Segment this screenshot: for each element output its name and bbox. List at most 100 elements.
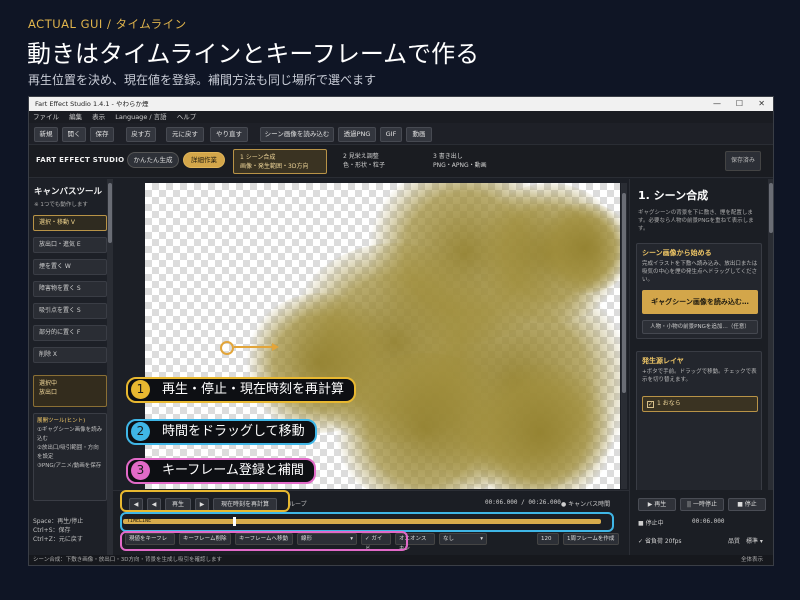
highlight-playback-controls bbox=[120, 490, 290, 512]
canvas-time-toggle[interactable]: ● キャンバス時間 bbox=[561, 499, 610, 508]
tool-attractor[interactable]: 吸引点を置く S bbox=[33, 303, 107, 319]
hint-title: 展開ツール(ヒント) bbox=[37, 418, 86, 424]
open-button[interactable]: 開く bbox=[62, 127, 86, 142]
shortcut-undo: Ctrl+Z：元に戻す bbox=[33, 536, 83, 543]
step-3-tab[interactable]: 3 書き出し PNG・APNG・動画 bbox=[427, 149, 517, 174]
selected-value: 放出口 bbox=[39, 389, 58, 396]
stop-square-icon: ■ bbox=[638, 520, 646, 527]
quality-label: 品質 bbox=[728, 538, 741, 545]
redo-button[interactable]: やり直す bbox=[210, 127, 248, 142]
quality-value: 標準 bbox=[746, 538, 759, 545]
step-1-tab[interactable]: 1 シーン合成 画像・発生範囲・3D方向 bbox=[233, 149, 327, 174]
highlight-keyframe-row bbox=[120, 531, 408, 551]
playback-status: ■ 停止中 bbox=[638, 518, 664, 527]
rb-stop-button[interactable]: ■ 停止 bbox=[728, 498, 766, 511]
selected-object-box: 選択中 放出口 bbox=[33, 375, 107, 407]
step-2-tab[interactable]: 2 見栄え調整 色・形状・粒子 bbox=[337, 149, 417, 174]
tool-emitter[interactable]: 放出口・進気 E bbox=[33, 237, 107, 253]
tool-delete[interactable]: 削除 X bbox=[33, 347, 107, 363]
layer-item[interactable]: ✓ 1 おなら bbox=[642, 396, 758, 412]
tool-select-move[interactable]: 選択・移動 V bbox=[33, 215, 107, 231]
selected-label: 選択中 bbox=[39, 380, 58, 387]
layer-box-text: +ボタで手前。ドラッグで移動。チェックで表示を切り替えます。 bbox=[642, 369, 757, 383]
step-bar: FART EFFECT STUDIO かんたん生成 詳細作業 1 シーン合成 画… bbox=[29, 145, 773, 178]
toolbar: 新規 開く 保存 戻す方 元に戻す やり直す シーン画像を読み込む 透過PNG … bbox=[29, 123, 773, 145]
mode-detail-toggle[interactable]: 詳細作業 bbox=[183, 152, 225, 168]
callout-3: 3 キーフレーム登録と補間 bbox=[126, 458, 316, 484]
callout-text-3: キーフレーム登録と補間 bbox=[162, 463, 304, 478]
chevron-down-icon: ▾ bbox=[758, 538, 763, 545]
step-2-title: 2 見栄え調整 bbox=[343, 153, 379, 160]
callout-2: 2 時間をドラッグして移動 bbox=[126, 419, 317, 445]
page-title: 動きはタイムラインとキーフレームで作る bbox=[27, 40, 480, 68]
scene-image-box: シーン画像から始める 完成イラストを下敷へ読み込み、放出口または吸気の中心を煙の… bbox=[636, 243, 762, 339]
callout-number-3: 3 bbox=[131, 461, 150, 480]
menu-help[interactable]: ヘルプ bbox=[177, 113, 197, 121]
tool-smoke[interactable]: 煙を置く W bbox=[33, 259, 107, 275]
hint-3: ③PNG/アニメ/動画を保存 bbox=[37, 463, 102, 469]
frame-count-field[interactable]: 120 bbox=[537, 533, 559, 545]
menu-language[interactable]: Language / 言語 bbox=[115, 113, 166, 121]
new-button[interactable]: 新規 bbox=[34, 127, 58, 142]
tool-partial[interactable]: 部分的に置く F bbox=[33, 325, 107, 341]
save-as-button[interactable]: 戻す方 bbox=[126, 127, 156, 142]
window-titlebar: Fart Effect Studio 1.4.1 - やわらか煙 — ☐ ✕ bbox=[29, 97, 773, 111]
export-video-button[interactable]: 動画 bbox=[406, 127, 432, 142]
callout-text-1: 再生・停止・現在時刻を再計算 bbox=[162, 382, 345, 397]
app-brand: FART EFFECT STUDIO bbox=[36, 156, 125, 164]
onion-skin-select[interactable]: なし ▾ bbox=[439, 533, 487, 545]
hint-1: ①ギャグシーン画像を読み込む bbox=[37, 427, 103, 442]
properties-desc: ギャグシーンの背景を下に敷き、煙を配置します。必要なら人物の前景PNGを重ねて表… bbox=[638, 210, 754, 232]
shortcut-save: Ctrl+S：保存 bbox=[33, 527, 71, 534]
arrow-head-icon bbox=[272, 343, 279, 351]
callout-number-1: 1 bbox=[131, 380, 150, 399]
playback-panel: ▶ 再生 || 一時停止 ■ 停止 ■ 停止中 00:06.000 ✓ 省負荷 … bbox=[629, 490, 773, 555]
save-state-badge: 保存済み bbox=[725, 151, 761, 171]
make-loop-button[interactable]: 1周フレームを作成 bbox=[563, 533, 619, 545]
step-3-sub: PNG・APNG・動画 bbox=[433, 162, 487, 169]
menu-edit[interactable]: 編集 bbox=[69, 113, 82, 121]
emitter-direction-arrow[interactable] bbox=[234, 346, 274, 348]
canvas-time-label: キャンバス時間 bbox=[568, 501, 611, 508]
checkbox-icon[interactable]: ✓ bbox=[647, 401, 654, 408]
undo-button[interactable]: 元に戻す bbox=[166, 127, 204, 142]
canvas-scrollbar[interactable] bbox=[621, 183, 627, 489]
add-foreground-button[interactable]: 人物・小物の前景PNGを追加…（任意） bbox=[642, 320, 758, 334]
canvas-tool-panel: キャンバスツール ※ 1つでも動作します 選択・移動 V 放出口・進気 E 煙を… bbox=[29, 179, 113, 555]
minimize-icon[interactable]: — bbox=[713, 97, 721, 111]
shortcut-list: Space：再生/停止 Ctrl+S：保存 Ctrl+Z：元に戻す bbox=[33, 517, 83, 544]
loop-label[interactable]: ループ bbox=[289, 499, 307, 508]
chevron-down-icon: ▾ bbox=[480, 536, 483, 542]
fps-label: 省負荷 20fps bbox=[644, 538, 682, 545]
load-gag-scene-button[interactable]: ギャグシーン画像を読み込む… bbox=[642, 290, 758, 314]
emitter-handle[interactable] bbox=[220, 341, 234, 355]
hint-box: 展開ツール(ヒント) ①ギャグシーン画像を読み込む ②放出口/吸引範囲・方向を設… bbox=[33, 413, 107, 501]
layer-box-title: 発生源レイヤ bbox=[642, 357, 684, 365]
export-gif-button[interactable]: GIF bbox=[380, 127, 402, 142]
maximize-icon[interactable]: ☐ bbox=[736, 97, 743, 111]
low-load-toggle[interactable]: ✓ 省負荷 20fps bbox=[638, 536, 682, 545]
save-button[interactable]: 保存 bbox=[90, 127, 114, 142]
layer-item-label: 1 おなら bbox=[657, 400, 681, 407]
rb-play-button[interactable]: ▶ 再生 bbox=[638, 498, 676, 511]
close-icon[interactable]: ✕ bbox=[758, 97, 765, 111]
load-scene-button[interactable]: シーン画像を読み込む bbox=[260, 127, 334, 142]
properties-title: 1. シーン合成 bbox=[638, 189, 709, 202]
step-3-title: 3 書き出し bbox=[433, 153, 463, 160]
status-label: 停止中 bbox=[645, 520, 664, 527]
check-icon: ✓ bbox=[638, 538, 645, 545]
status-text: シーン合成：下敷き画像・放出口・3D方向・背景を生成し吸引を確認します bbox=[33, 557, 222, 563]
scene-box-text: 完成イラストを下敷へ読み込み、放出口または吸気の中心を煙の発生点へドラッグしてく… bbox=[642, 261, 758, 283]
rb-pause-button[interactable]: || 一時停止 bbox=[680, 498, 724, 511]
export-png-button[interactable]: 透過PNG bbox=[338, 127, 376, 142]
tool-obstacle[interactable]: 障害物を置く S bbox=[33, 281, 107, 297]
menu-view[interactable]: 表示 bbox=[92, 113, 105, 121]
highlight-timeline-track bbox=[120, 512, 614, 532]
status-bar: シーン合成：下敷き画像・放出口・3D方向・背景を生成し吸引を確認します 全体表示 bbox=[29, 555, 773, 565]
quality-select[interactable]: 標準 ▾ bbox=[746, 536, 763, 545]
fit-view-button[interactable]: 全体表示 bbox=[741, 555, 763, 565]
tool-panel-title: キャンバスツール bbox=[34, 187, 103, 197]
menu-file[interactable]: ファイル bbox=[33, 113, 59, 121]
step-1-title: 1 シーン合成 bbox=[240, 154, 276, 161]
mode-simple-toggle[interactable]: かんたん生成 bbox=[127, 152, 179, 168]
